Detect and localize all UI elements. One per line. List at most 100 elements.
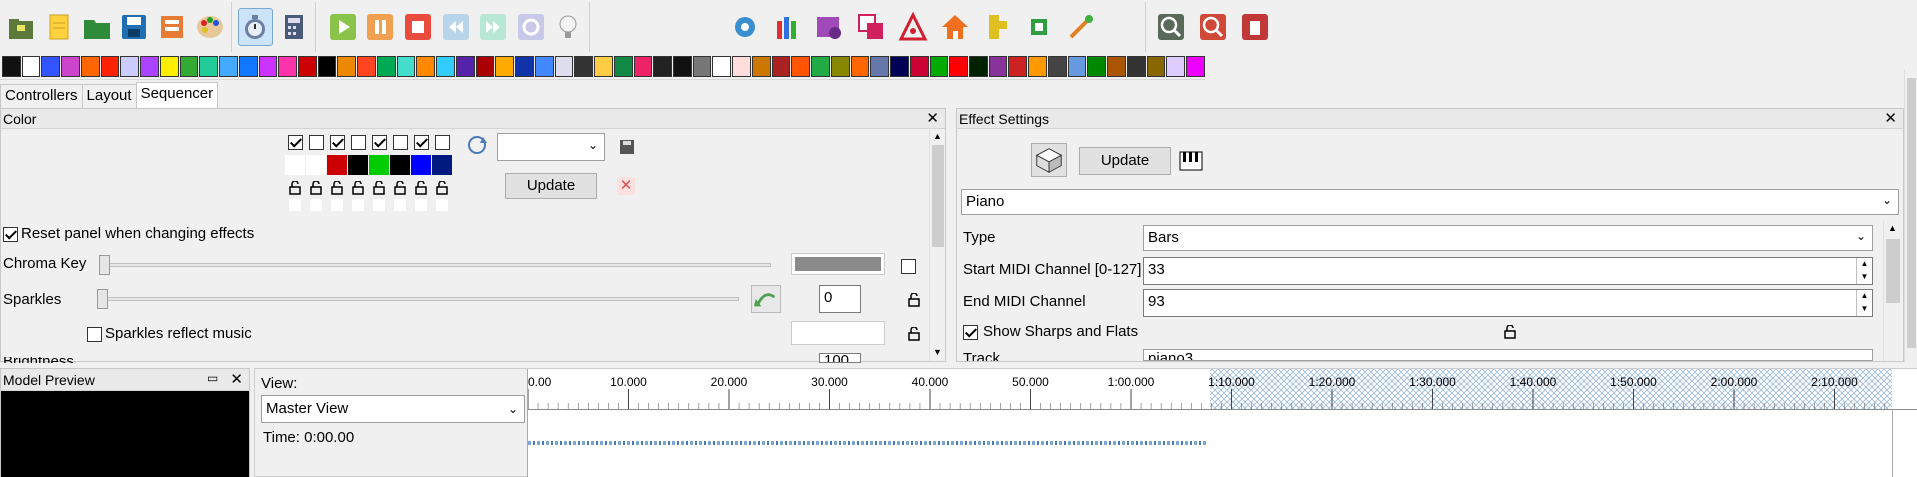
wand-icon[interactable] [1062,8,1100,46]
effect-palette-icon[interactable] [1186,56,1205,77]
effect-palette-icon[interactable] [455,56,475,77]
render-icon[interactable] [155,8,189,46]
tab-controllers[interactable]: Controllers [0,84,83,108]
scroll-up-icon[interactable]: ▲ [933,131,942,141]
palette-color-swatch[interactable] [390,155,410,175]
sparkles-color[interactable] [791,321,885,345]
chroma-key-color[interactable] [791,253,885,275]
effect-palette-icon[interactable] [21,56,41,77]
palette-value-curve[interactable] [310,199,322,211]
effect-palette-icon[interactable] [41,56,61,77]
chroma-key-slider[interactable] [101,263,771,267]
sparkles-color-lock-icon[interactable] [907,326,921,341]
palette-lock-icon[interactable] [435,181,449,195]
effect-palette-icon[interactable] [475,56,495,77]
palette-value-curve[interactable] [352,199,364,211]
effect-palette-icon[interactable] [791,56,811,77]
sparkles-value-curve-icon[interactable] [751,285,781,313]
palette-lock-icon[interactable] [372,181,386,195]
tab-layout[interactable]: Layout [81,84,137,108]
palette-value-curve[interactable] [394,199,406,211]
overlap-icon[interactable] [852,8,890,46]
effect-palette-icon[interactable] [376,56,396,77]
effect-palette-icon[interactable] [534,56,554,77]
refresh-palette-icon[interactable] [465,133,489,157]
close-icon[interactable]: ✕ [230,369,243,391]
scroll-thumb[interactable] [932,145,944,247]
effect-palette-icon[interactable] [1087,56,1107,77]
effect-palette-icon[interactable] [929,56,949,77]
effect-palette-icon[interactable] [613,56,633,77]
repeat-icon[interactable] [514,8,548,46]
stopwatch-icon[interactable] [238,8,273,46]
effect-palette-icon[interactable] [692,56,712,77]
palette-value-curve[interactable] [415,199,427,211]
effect-palette-icon[interactable] [1126,56,1146,77]
plugin-icon[interactable] [1236,8,1274,46]
timeline-ruler[interactable]: 0.00 10.000 20.000 30.000 40.000 50.000 1:00.0… [528,369,1917,409]
effect-palette-icon[interactable] [317,56,337,77]
sharps-lock-icon[interactable] [1503,324,1517,339]
effect-palette-icon[interactable] [159,56,179,77]
palette-update-button[interactable]: Update [505,173,597,199]
outer-scroll-thumb[interactable] [1907,78,1916,348]
sequence-blocks-icon[interactable] [978,8,1016,46]
palette-select[interactable]: ⌄ [497,133,605,161]
start-midi-spinner[interactable]: ▲ ▼ [1856,258,1872,284]
effect-palette-icon[interactable] [633,56,653,77]
effect-palette-icon[interactable] [771,56,791,77]
effect-palette-icon[interactable] [1047,56,1067,77]
outer-scrollbar[interactable] [1904,70,1917,362]
maximize-icon[interactable]: ▭ [207,371,218,385]
fast-forward-icon[interactable] [476,8,510,46]
show-sharps-checkbox[interactable] [963,323,978,340]
effect-palette-icon[interactable] [357,56,376,77]
effect-palette-icon[interactable] [890,56,909,77]
sparkles-value-input[interactable]: 0 [819,285,861,313]
effect-palette-icon[interactable] [1146,56,1166,77]
palette-lock-icon[interactable] [309,181,323,195]
effect-palette-icon[interactable] [238,56,258,77]
scroll-down-icon[interactable]: ▼ [933,347,942,357]
effect-palette-icon[interactable] [1008,56,1028,77]
effect-select[interactable]: Piano ⌄ [961,189,1899,215]
effect-palette-icon[interactable] [968,56,988,77]
new-sequence-icon[interactable] [4,8,38,46]
effect-palette-icon[interactable] [436,56,455,77]
palette-color-checkbox[interactable] [435,135,450,150]
color-palette-icon[interactable] [193,8,227,46]
effect-palette-icon[interactable] [120,56,140,77]
save-palette-icon[interactable] [619,139,635,155]
effect-palette-icon[interactable] [554,56,574,77]
zoom-in-icon[interactable] [1152,8,1190,46]
triangle-icon[interactable] [894,8,932,46]
palette-value-curve[interactable] [436,199,448,211]
delete-palette-icon[interactable]: ✕ [617,177,635,195]
sparkles-reflect-checkbox[interactable] [87,325,102,342]
preview-canvas[interactable] [1,391,249,477]
effect-palette-icon[interactable] [179,56,199,77]
palette-lock-icon[interactable] [414,181,428,195]
stop-icon[interactable] [401,8,435,46]
palette-color-swatch[interactable] [348,155,368,175]
palette-color-swatch[interactable] [327,155,347,175]
scroll-up-icon[interactable]: ▲ [1888,223,1897,233]
effect-palette-icon[interactable] [396,56,416,77]
palette-color-checkbox[interactable] [414,135,429,150]
effect-palette-icon[interactable] [949,56,968,77]
type-select[interactable]: Bars ⌄ [1143,225,1873,251]
effect-palette-icon[interactable] [416,56,436,77]
effect-palette-icon[interactable] [80,56,100,77]
effect-palette-icon[interactable] [653,56,672,77]
effect-palette-icon[interactable] [909,56,929,77]
effect-palette-icon[interactable] [298,56,317,77]
effect-palette-icon[interactable] [870,56,890,77]
effect-palette-icon[interactable] [1028,56,1047,77]
effect-palette-icon[interactable] [140,56,159,77]
effect-palette-icon[interactable] [278,56,298,77]
effect-palette-icon[interactable] [495,56,515,77]
effect-palette-icon[interactable] [712,56,732,77]
effect-palette-icon[interactable] [811,56,830,77]
rewind-icon[interactable] [439,8,473,46]
palette-lock-icon[interactable] [393,181,407,195]
